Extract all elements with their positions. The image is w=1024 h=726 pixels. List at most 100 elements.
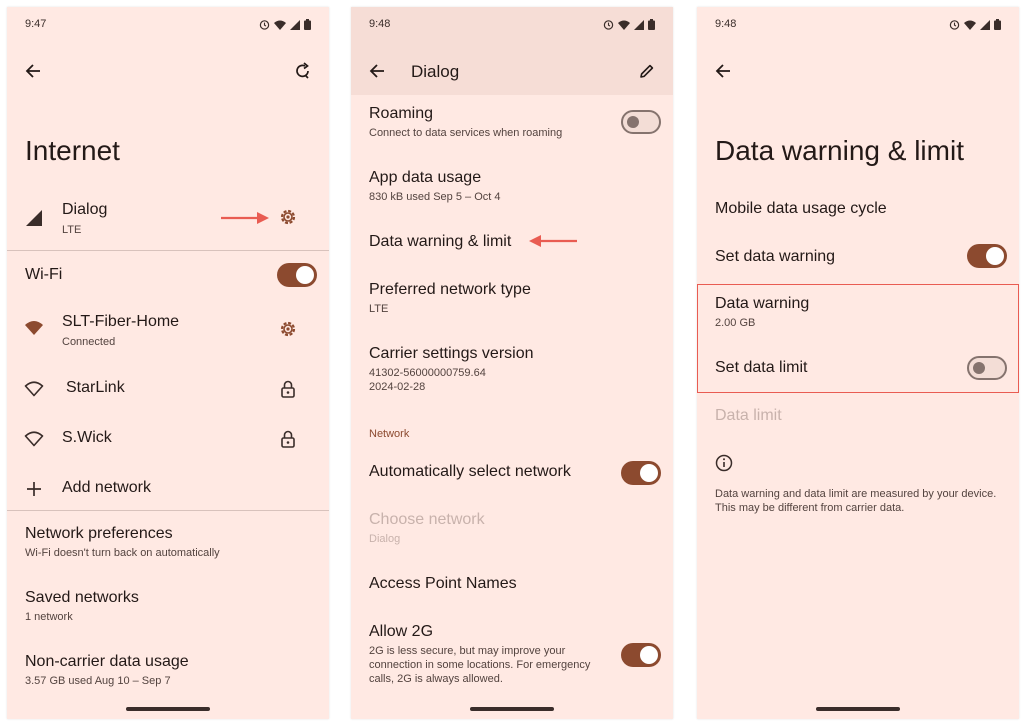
data-warning-row[interactable]: Data warning 2.00 GB — [697, 291, 1019, 335]
annotation-arrow — [529, 235, 577, 247]
data-limit-label: Data limit — [715, 407, 782, 424]
data-warning-label: Data warning — [715, 295, 810, 312]
top-app-bar — [697, 47, 1019, 95]
allow-2g-desc-3: calls, 2G is always allowed. — [369, 673, 503, 685]
roaming-sub: Connect to data services when roaming — [369, 127, 563, 139]
wifi-label: Wi-Fi — [25, 266, 63, 283]
auto-select-label: Automatically select network — [369, 463, 571, 480]
set-data-limit-label: Set data limit — [715, 359, 808, 376]
back-button[interactable] — [17, 55, 49, 87]
status-time: 9:47 — [25, 18, 47, 30]
wifi-network-swick[interactable]: S.Wick — [7, 423, 329, 459]
top-app-bar: Dialog — [351, 47, 673, 95]
alarm-icon — [603, 20, 614, 30]
wifi-network-name: StarLink — [66, 379, 125, 396]
page-title: Internet — [25, 135, 120, 166]
add-network-label: Add network — [62, 479, 151, 496]
internet-screen: 9:47 Internet Dialog LTE Wi-Fi SLT-Fiber… — [7, 7, 329, 719]
wifi-status-icon — [274, 20, 286, 30]
roaming-toggle[interactable] — [621, 110, 661, 134]
dialog-settings-button[interactable] — [277, 206, 299, 228]
plus-icon — [23, 478, 45, 500]
back-button[interactable] — [361, 55, 393, 87]
signal-status-icon — [290, 19, 300, 30]
lock-icon — [277, 378, 299, 400]
home-indicator[interactable] — [126, 707, 210, 711]
set-data-warning-label: Set data warning — [715, 248, 836, 265]
wifi-toggle-row[interactable]: Wi-Fi — [7, 260, 329, 300]
back-arrow-icon — [369, 64, 384, 78]
saved-networks-sub: 1 network — [25, 611, 73, 623]
roaming-label: Roaming — [369, 105, 434, 122]
page-title: Data warning & limit — [715, 135, 964, 166]
lock-icon — [277, 428, 299, 450]
data-warning-limit-screen: 9:48 Data warning & limit Mobile data us… — [697, 7, 1019, 719]
app-bar-title: Dialog — [411, 62, 460, 81]
auto-select-toggle[interactable] — [621, 461, 661, 485]
wifi-network-slt[interactable]: SLT-Fiber-Home Connected — [7, 309, 329, 355]
battery-status-icon — [994, 19, 1001, 30]
wifi-filled-icon — [23, 317, 45, 339]
battery-status-icon — [648, 19, 655, 30]
signal-status-icon — [634, 19, 644, 30]
edit-sim-button[interactable] — [631, 55, 663, 87]
allow-2g-row[interactable]: Allow 2G 2G is less secure, but may impr… — [351, 619, 673, 691]
battery-status-icon — [304, 19, 311, 30]
allow-2g-desc-1: 2G is less secure, but may improve your — [369, 645, 566, 657]
status-bar: 9:48 — [715, 18, 1001, 34]
non-carrier-sub: 3.57 GB used Aug 10 – Sep 7 — [25, 675, 171, 687]
preferred-network-row[interactable]: Preferred network type LTE — [351, 277, 673, 321]
info-line-1: Data warning and data limit are measured… — [715, 488, 997, 500]
wifi-outline-icon — [23, 428, 45, 450]
dialog-sim-screen: 9:48 Dialog Roaming Connect to data serv… — [351, 7, 673, 719]
divider — [7, 510, 329, 511]
network-preferences-sub: Wi-Fi doesn't turn back on automatically — [25, 547, 220, 559]
wifi-toggle[interactable] — [277, 263, 317, 287]
allow-2g-label: Allow 2G — [369, 623, 434, 640]
back-button[interactable] — [707, 55, 739, 87]
add-network-row[interactable]: Add network — [7, 473, 329, 509]
info-icon — [713, 452, 735, 474]
non-carrier-usage-row[interactable]: Non-carrier data usage 3.57 GB used Aug … — [7, 650, 329, 694]
auto-select-network-row[interactable]: Automatically select network — [351, 457, 673, 489]
usage-cycle-row[interactable]: Mobile data usage cycle — [697, 197, 1019, 229]
reset-internet-button[interactable] — [287, 55, 319, 87]
set-data-limit-toggle[interactable] — [967, 356, 1007, 380]
back-arrow-icon — [25, 64, 40, 78]
non-carrier-label: Non-carrier data usage — [25, 653, 189, 670]
home-indicator[interactable] — [470, 707, 554, 711]
section-header-network: Network — [369, 428, 410, 440]
saved-networks-row[interactable]: Saved networks 1 network — [7, 586, 329, 630]
data-warning-limit-row[interactable]: Data warning & limit — [351, 229, 673, 261]
set-data-limit-row[interactable]: Set data limit — [697, 355, 1019, 387]
preferred-network-label: Preferred network type — [369, 281, 531, 298]
status-time: 9:48 — [369, 18, 391, 30]
network-preferences-row[interactable]: Network preferences Wi-Fi doesn't turn b… — [7, 522, 329, 566]
annotation-arrow — [221, 212, 269, 224]
wifi-network-starlink[interactable]: StarLink — [7, 373, 329, 409]
dialog-mobile-network[interactable]: Dialog LTE — [7, 197, 329, 257]
choose-network-row: Choose network Dialog — [351, 507, 673, 551]
carrier-settings-date: 2024-02-28 — [369, 381, 426, 393]
apn-label: Access Point Names — [369, 575, 517, 592]
app-data-usage-row[interactable]: App data usage 830 kB used Sep 5 – Oct 4 — [351, 165, 673, 209]
reset-icon — [296, 62, 309, 79]
status-bar: 9:47 — [25, 18, 311, 34]
home-indicator[interactable] — [816, 707, 900, 711]
carrier-settings-row[interactable]: Carrier settings version 41302-560000007… — [351, 341, 673, 397]
data-warning-value: 2.00 GB — [715, 317, 756, 329]
info-line-2: This may be different from carrier data. — [715, 502, 905, 514]
wifi-outline-icon — [23, 378, 45, 400]
set-data-warning-toggle[interactable] — [967, 244, 1007, 268]
pencil-icon — [640, 64, 654, 78]
set-data-warning-row[interactable]: Set data warning — [697, 243, 1019, 275]
access-point-names-row[interactable]: Access Point Names — [351, 571, 673, 603]
carrier-settings-version: 41302-56000000759.64 — [369, 367, 486, 379]
top-app-bar — [7, 47, 329, 95]
roaming-row[interactable]: Roaming Connect to data services when ro… — [351, 101, 673, 145]
usage-cycle-label: Mobile data usage cycle — [715, 200, 887, 217]
allow-2g-toggle[interactable] — [621, 643, 661, 667]
wifi-settings-button[interactable] — [277, 318, 299, 340]
back-arrow-icon — [715, 64, 730, 78]
wifi-status-icon — [618, 20, 630, 30]
